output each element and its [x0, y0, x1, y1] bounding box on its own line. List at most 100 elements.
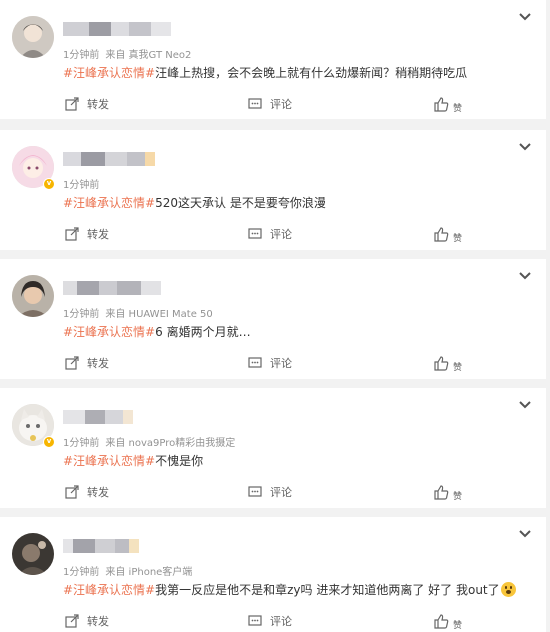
comment-label: 评论 [270, 357, 292, 370]
share-label: 转发 [87, 357, 109, 370]
share-button[interactable]: 转发 [65, 611, 109, 631]
comment-icon [248, 228, 262, 239]
post-time[interactable]: 1分钟前 [63, 50, 99, 61]
post-time[interactable]: 1分钟前 [63, 567, 99, 578]
post-source: 来自 nova9Pro精彩由我摄定 [105, 438, 236, 449]
like-label: 赞 [453, 103, 463, 114]
like-button[interactable]: 赞 [434, 611, 462, 631]
post-meta: 1分钟前 来自 iPhone客户端 [63, 563, 198, 578]
chevron-down-icon[interactable] [518, 12, 532, 22]
share-button[interactable]: 转发 [65, 353, 109, 373]
share-label: 转发 [87, 98, 109, 111]
verified-badge: v [43, 436, 55, 448]
post-card: 1分钟前 来自 HUAWEI Mate 50 #汪峰承认恋情#6 离婚两个月就… … [0, 259, 546, 379]
post-text: #汪峰承认恋情#不愧是你 [63, 452, 203, 469]
action-bar: 转发 评论 赞 [0, 224, 546, 244]
post-time[interactable]: 1分钟前 [63, 309, 99, 320]
thumbs-up-icon [434, 484, 449, 500]
share-label: 转发 [87, 486, 109, 499]
verified-badge: v [43, 178, 55, 190]
comment-label: 评论 [270, 615, 292, 628]
post-meta: 1分钟前 来自 nova9Pro精彩由我摄定 [63, 434, 241, 449]
post-card: 1分钟前 来自 真我GT Neo2 #汪峰承认恋情#汪峰上热搜，会不会晚上就有什么… [0, 0, 546, 119]
chevron-down-icon[interactable] [518, 271, 532, 281]
comment-icon [248, 357, 262, 368]
post-source: 来自 iPhone客户端 [105, 567, 193, 578]
comment-button[interactable]: 评论 [248, 353, 292, 373]
post-card: v 1分钟前 #汪峰承认恋情#520这天承认 是不是要夸你浪漫 转发 评论 赞 [0, 130, 546, 250]
scream-emoji-icon [500, 582, 516, 597]
like-button[interactable]: 赞 [434, 94, 462, 114]
avatar[interactable] [12, 275, 54, 317]
comment-button[interactable]: 评论 [248, 482, 292, 502]
chevron-down-icon[interactable] [518, 529, 532, 539]
username-blurred[interactable] [63, 152, 155, 166]
comment-label: 评论 [270, 486, 292, 499]
username-blurred[interactable] [63, 281, 161, 295]
share-button[interactable]: 转发 [65, 94, 109, 114]
like-label: 赞 [453, 233, 463, 244]
post-body: 我第一反应是他不是和章zy吗 进来才知道他两离了 好了 我out了 [155, 583, 500, 597]
post-body: 6 离婚两个月就… [155, 325, 251, 339]
share-icon [65, 97, 79, 111]
comment-button[interactable]: 评论 [248, 224, 292, 244]
comment-button[interactable]: 评论 [248, 611, 292, 631]
action-bar: 转发 评论 赞 [0, 94, 546, 114]
share-button[interactable]: 转发 [65, 224, 109, 244]
like-button[interactable]: 赞 [434, 224, 462, 244]
like-label: 赞 [453, 362, 463, 373]
topic-link[interactable]: #汪峰承认恋情# [63, 454, 155, 468]
post-time[interactable]: 1分钟前 [63, 180, 99, 191]
topic-link[interactable]: #汪峰承认恋情# [63, 325, 155, 339]
comment-icon [248, 615, 262, 626]
weibo-comment-feed: 1分钟前 来自 真我GT Neo2 #汪峰承认恋情#汪峰上热搜，会不会晚上就有什么… [0, 0, 550, 632]
chevron-down-icon[interactable] [518, 400, 532, 410]
share-label: 转发 [87, 228, 109, 241]
post-meta: 1分钟前 来自 HUAWEI Mate 50 [63, 305, 219, 320]
like-label: 赞 [453, 491, 463, 502]
post-text: #汪峰承认恋情#汪峰上热搜，会不会晚上就有什么劲爆新闻？稍稍期待吃瓜 [63, 64, 467, 81]
action-bar: 转发 评论 赞 [0, 482, 546, 502]
share-icon [65, 485, 79, 499]
post-body: 520这天承认 是不是要夸你浪漫 [155, 196, 326, 210]
avatar[interactable] [12, 533, 54, 575]
post-body: 不愧是你 [155, 454, 204, 468]
post-source: 来自 真我GT Neo2 [105, 50, 192, 61]
topic-link[interactable]: #汪峰承认恋情# [63, 66, 155, 80]
post-body: 汪峰上热搜，会不会晚上就有什么劲爆新闻？稍稍期待吃瓜 [155, 66, 468, 80]
like-button[interactable]: 赞 [434, 482, 462, 502]
thumbs-up-icon [434, 613, 449, 629]
comment-button[interactable]: 评论 [248, 94, 292, 114]
action-bar: 转发 评论 赞 [0, 611, 546, 631]
share-icon [65, 356, 79, 370]
thumbs-up-icon [434, 96, 449, 112]
action-bar: 转发 评论 赞 [0, 353, 546, 373]
share-icon [65, 614, 79, 628]
post-meta: 1分钟前 来自 真我GT Neo2 [63, 46, 197, 61]
post-text: #汪峰承认恋情#6 离婚两个月就… [63, 323, 251, 340]
share-button[interactable]: 转发 [65, 482, 109, 502]
like-button[interactable]: 赞 [434, 353, 462, 373]
share-icon [65, 227, 79, 241]
post-card: 1分钟前 来自 iPhone客户端 #汪峰承认恋情#我第一反应是他不是和章zy吗 … [0, 517, 546, 632]
chevron-down-icon[interactable] [518, 142, 532, 152]
comment-label: 评论 [270, 228, 292, 241]
post-card: v 1分钟前 来自 nova9Pro精彩由我摄定 #汪峰承认恋情#不愧是你 转发 … [0, 388, 546, 508]
username-blurred[interactable] [63, 410, 133, 424]
topic-link[interactable]: #汪峰承认恋情# [63, 196, 155, 210]
post-meta: 1分钟前 [63, 176, 111, 191]
username-blurred[interactable] [63, 539, 139, 553]
post-source: 来自 HUAWEI Mate 50 [105, 309, 213, 320]
thumbs-up-icon [434, 355, 449, 371]
post-time[interactable]: 1分钟前 [63, 438, 99, 449]
post-text: #汪峰承认恋情#我第一反应是他不是和章zy吗 进来才知道他两离了 好了 我out… [63, 581, 516, 598]
avatar[interactable] [12, 16, 54, 58]
comment-icon [248, 98, 262, 109]
like-label: 赞 [453, 620, 463, 631]
share-label: 转发 [87, 615, 109, 628]
comment-icon [248, 486, 262, 497]
topic-link[interactable]: #汪峰承认恋情# [63, 583, 155, 597]
post-text: #汪峰承认恋情#520这天承认 是不是要夸你浪漫 [63, 194, 326, 211]
comment-label: 评论 [270, 98, 292, 111]
username-blurred[interactable] [63, 22, 171, 36]
